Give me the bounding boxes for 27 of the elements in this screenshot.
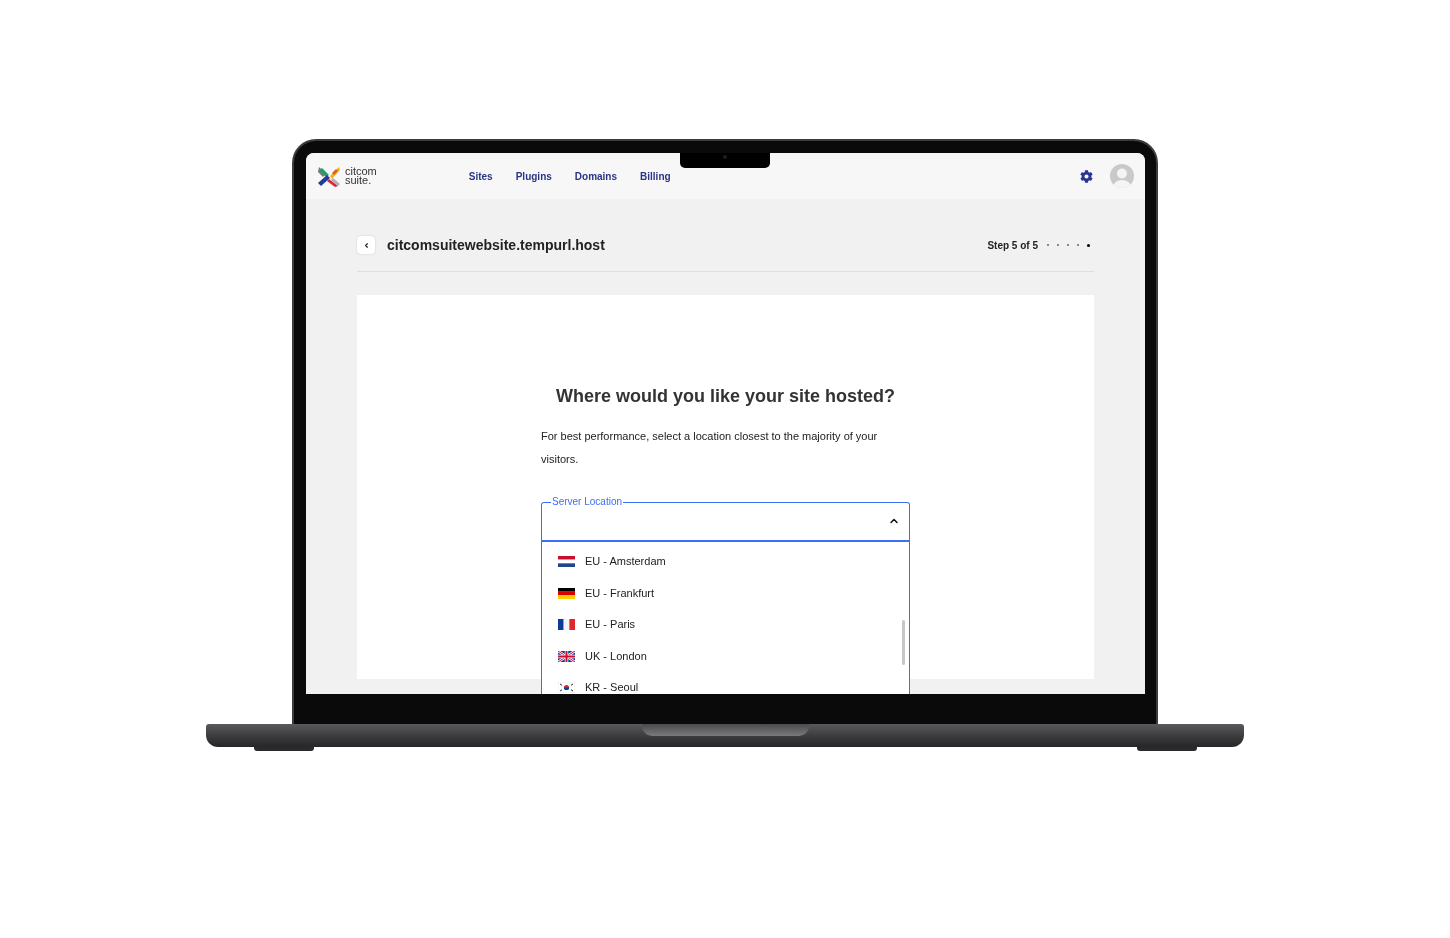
nav-link[interactable]: Plugins <box>515 168 552 184</box>
site-title: citcomsuitewebsite.tempurl.host <box>387 235 605 255</box>
nav-link[interactable]: Sites <box>468 168 493 184</box>
card-heading: Where would you like your site hosted? <box>555 385 895 408</box>
card-description: For best performance, select a location closest to the majority of your visitors. <box>541 429 879 467</box>
location-option[interactable]: KR - Seoul <box>542 672 909 694</box>
france-flag-icon <box>558 619 575 631</box>
step-label: Step 5 of 5 <box>987 238 1038 253</box>
nav-link[interactable]: Domains <box>574 168 618 184</box>
chevron-left-icon <box>362 241 370 249</box>
logo-text: citcom suite. <box>345 167 377 185</box>
scrollbar-thumb[interactable] <box>902 620 905 665</box>
location-option[interactable]: UK - London <box>542 640 909 672</box>
back-button[interactable] <box>357 236 375 254</box>
location-option[interactable]: EU - Amsterdam <box>542 546 909 578</box>
location-option[interactable]: EU - Paris <box>542 609 909 641</box>
laptop-foot <box>1136 747 1197 751</box>
select-label: Server Location <box>551 496 624 508</box>
netherlands-flag-icon <box>558 556 575 568</box>
settings-icon[interactable] <box>1080 169 1093 183</box>
union-jack-flag-icon <box>558 650 575 662</box>
location-option[interactable]: EU - Frankfurt <box>542 577 909 609</box>
logo-icon <box>317 164 341 188</box>
camera-icon <box>723 155 727 159</box>
laptop-foot <box>253 747 314 751</box>
nav-link[interactable]: Billing <box>640 168 671 184</box>
germany-flag-icon <box>558 587 575 599</box>
